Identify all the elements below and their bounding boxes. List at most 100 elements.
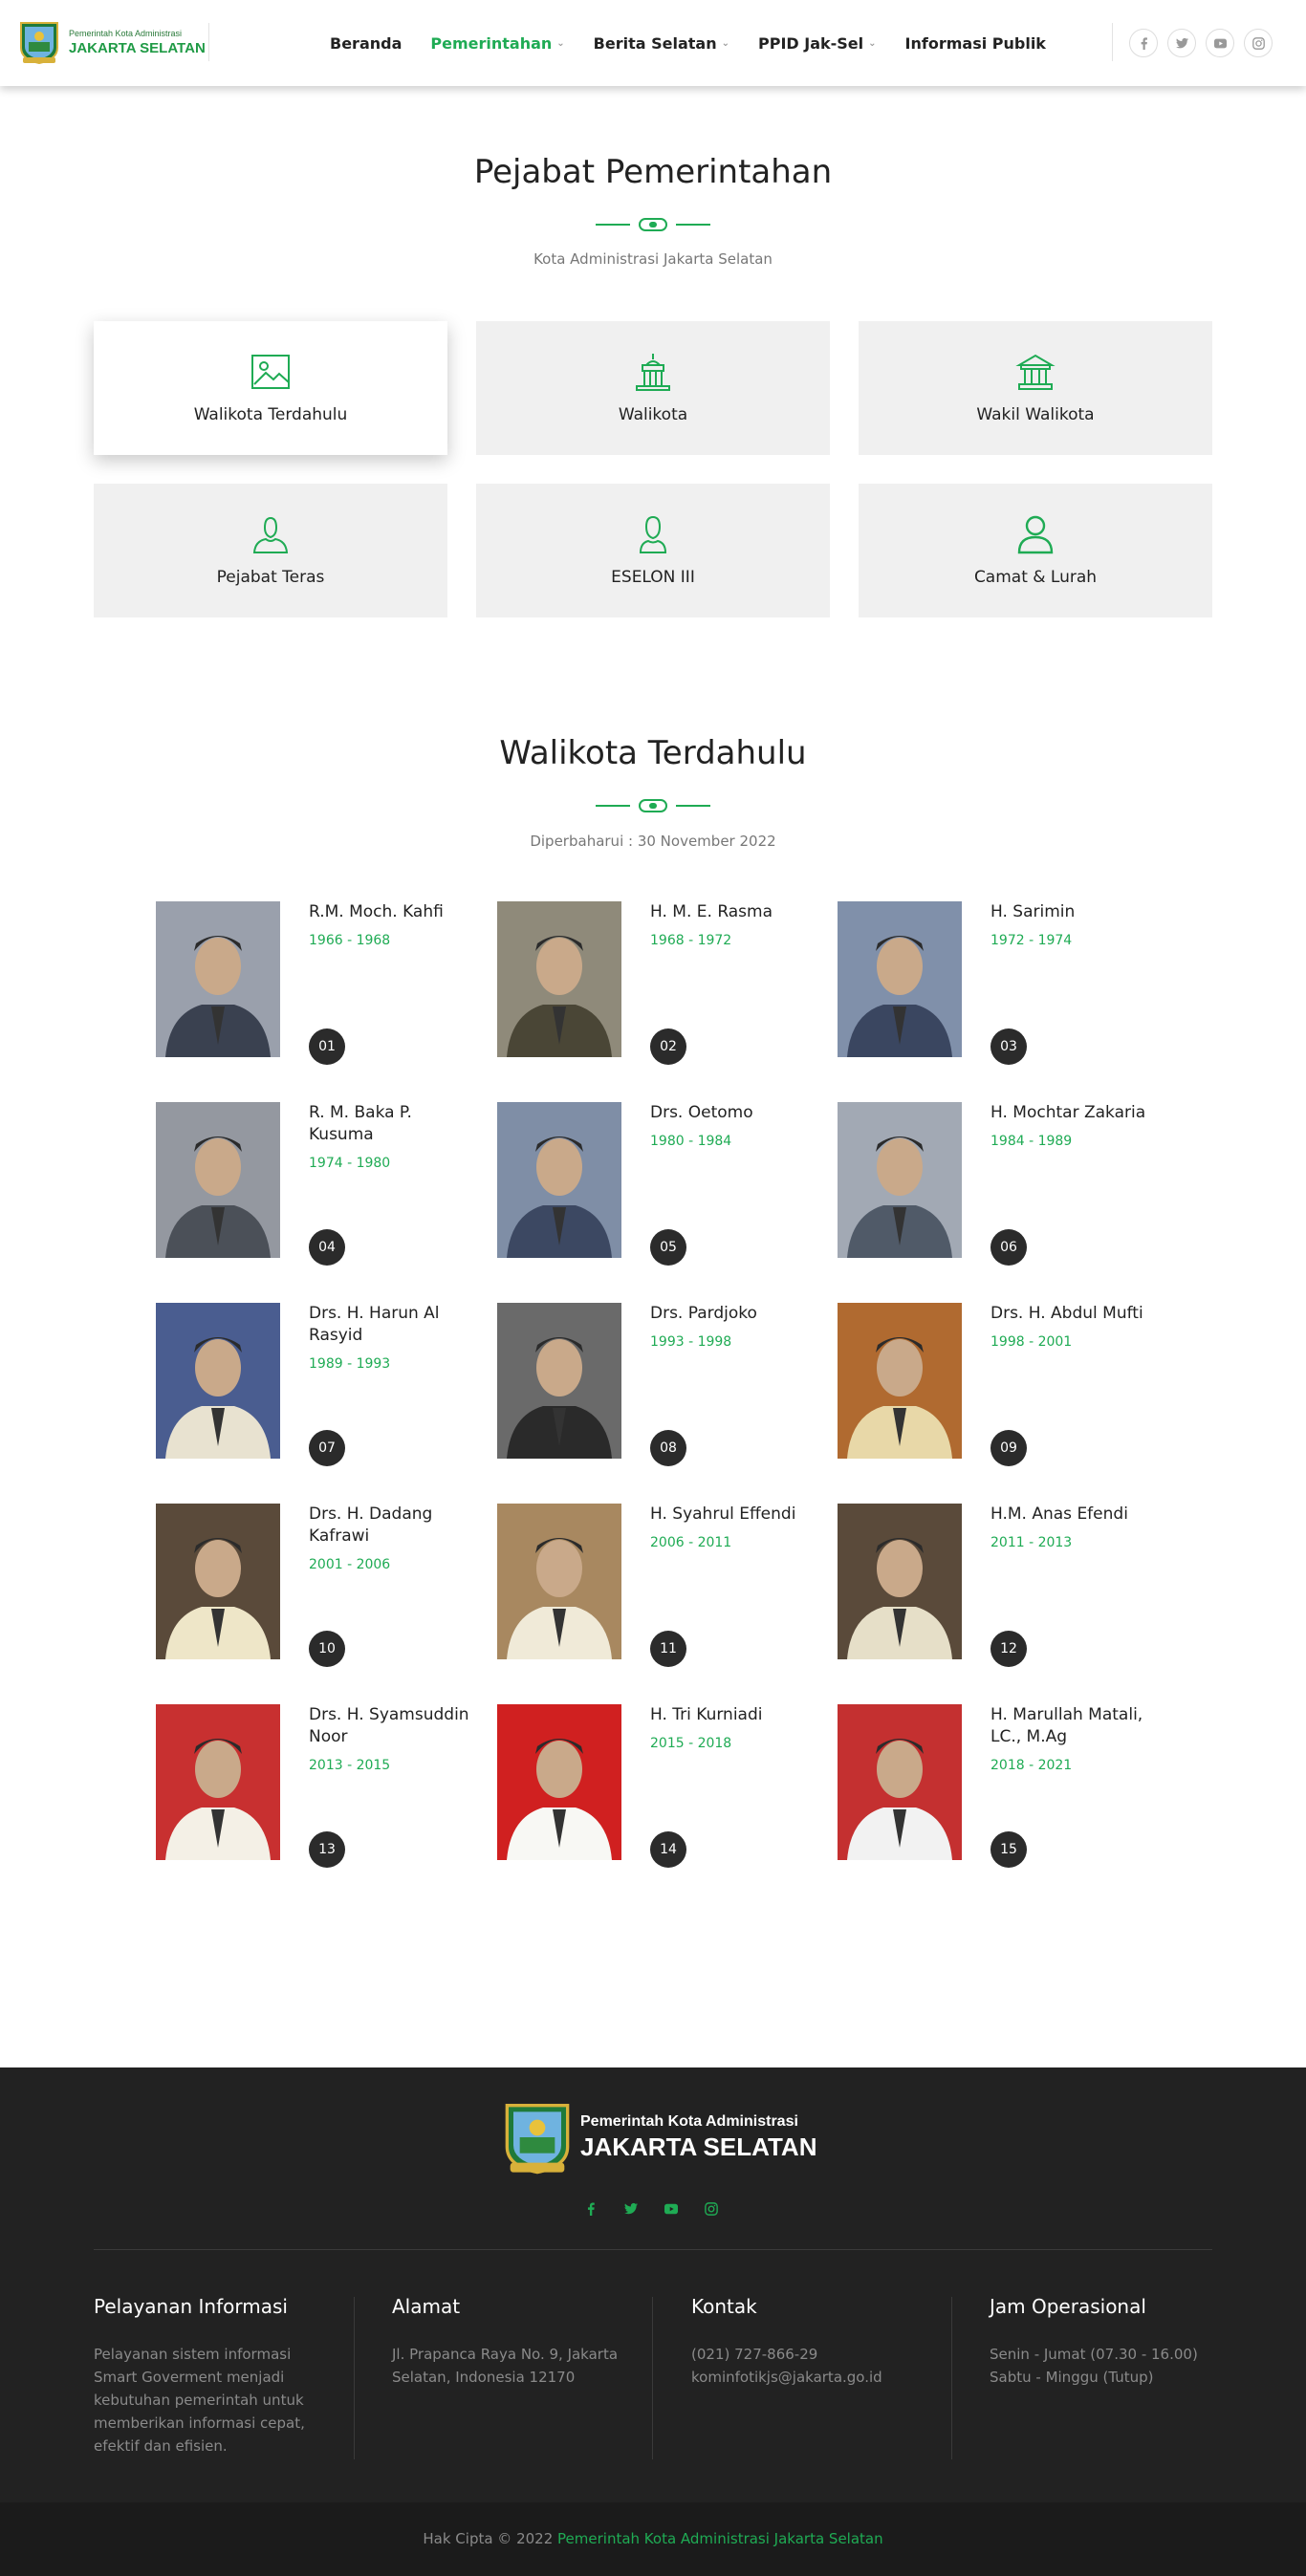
mayor-term-years: 2018 - 2021 [990, 1758, 1073, 1773]
mayor-name: Drs. H. Harun Al Rasyid [309, 1304, 440, 1345]
chevron-down-icon: ⌄ [868, 37, 877, 49]
mayor-card[interactable]: Drs. H. Syamsuddin Noor 2013 - 2015 13 [156, 1704, 481, 1876]
category-eselon-iii[interactable]: ESELON III [476, 484, 830, 617]
mayor-term-years: 1989 - 1993 [309, 1356, 391, 1372]
footer-divider [94, 2249, 1212, 2250]
city-emblem-icon [505, 2104, 570, 2175]
youtube-icon[interactable] [664, 2201, 679, 2217]
instagram-icon[interactable] [704, 2201, 719, 2217]
mayor-photo [156, 1303, 280, 1459]
mayor-number-badge: 14 [650, 1831, 686, 1868]
footer-col-jam-operasional: Jam Operasional Senin - Jumat (07.30 - 1… [990, 2295, 1229, 2389]
category-label: Wakil Walikota [976, 405, 1095, 424]
mayor-name: Drs. H. Dadang Kafrawi [309, 1504, 433, 1546]
mayor-card[interactable]: Drs. H. Abdul Mufti 1998 - 2001 09 [838, 1303, 1163, 1475]
footer-separator [354, 2297, 355, 2459]
category-walikota[interactable]: Walikota [476, 321, 830, 455]
mayor-name: H. Mochtar Zakaria [990, 1103, 1146, 1122]
category-label: ESELON III [611, 568, 695, 587]
mayor-number-badge: 05 [650, 1229, 686, 1266]
mayor-card[interactable]: H. M. E. Rasma 1968 - 1972 02 [497, 901, 822, 1073]
logo-title: JAKARTA SELATAN [69, 39, 206, 56]
mayor-number-badge: 02 [650, 1028, 686, 1065]
footer-col-text: Pelayanan sistem informasi Smart Goverme… [94, 2346, 305, 2455]
category-pejabat-teras[interactable]: Pejabat Teras [94, 484, 447, 617]
mayor-number-badge: 10 [309, 1631, 345, 1667]
youtube-icon[interactable] [1206, 29, 1234, 57]
copyright-text: Hak Cipta © 2022 [423, 2530, 554, 2547]
mayor-card[interactable]: H. Marullah Matali, LC., M.Ag 2018 - 2021… [838, 1704, 1163, 1876]
mayor-name: R.M. Moch. Kahfi [309, 902, 444, 921]
section-title: Pejabat Pemerintahan [473, 153, 833, 191]
footer-email[interactable]: kominfotikjs@jakarta.go.id [691, 2366, 930, 2389]
footer-phone[interactable]: (021) 727-866-29 [691, 2343, 930, 2366]
header-social-links [1129, 29, 1282, 57]
mayor-card[interactable]: Drs. Pardjoko 1993 - 1998 08 [497, 1303, 822, 1475]
category-wakil-walikota[interactable]: Wakil Walikota [859, 321, 1212, 455]
mayor-card[interactable]: R. M. Baka P. Kusuma 1974 - 1980 04 [156, 1102, 481, 1274]
bank-icon [1015, 354, 1056, 390]
mayor-card[interactable]: Drs. H. Harun Al Rasyid 1989 - 1993 07 [156, 1303, 481, 1475]
mayor-card[interactable]: Drs. Oetomo 1980 - 1984 05 [497, 1102, 822, 1274]
category-camat-lurah[interactable]: Camat & Lurah [859, 484, 1212, 617]
footer-hours-weekday: Senin - Jumat (07.30 - 16.00) [990, 2346, 1198, 2363]
mayor-name: Drs. Oetomo [650, 1103, 753, 1122]
mayor-card[interactable]: R.M. Moch. Kahfi 1966 - 1968 01 [156, 901, 481, 1073]
mayor-number-badge: 13 [309, 1831, 345, 1868]
footer-separator [652, 2297, 653, 2459]
category-walikota-terdahulu[interactable]: Walikota Terdahulu [94, 321, 447, 455]
mayor-card[interactable]: Drs. H. Dadang Kafrawi 2001 - 2006 10 [156, 1504, 481, 1676]
mayor-number-badge: 06 [990, 1229, 1027, 1266]
facebook-icon[interactable] [1129, 29, 1158, 57]
mayor-number-badge: 04 [309, 1229, 345, 1266]
mayor-card[interactable]: H. Syahrul Effendi 2006 - 2011 11 [497, 1504, 822, 1676]
header-divider [1112, 23, 1113, 61]
instagram-icon[interactable] [1244, 29, 1273, 57]
twitter-icon[interactable] [623, 2201, 639, 2217]
footer-col-kontak: Kontak (021) 727-866-29 kominfotikjs@jak… [691, 2295, 930, 2389]
image-icon [251, 355, 290, 389]
mayor-photo [838, 1704, 962, 1860]
mayor-card[interactable]: H.M. Anas Efendi 2011 - 2013 12 [838, 1504, 1163, 1676]
mayor-term-years: 2006 - 2011 [650, 1535, 732, 1550]
footer-logo[interactable]: Pemerintah Kota Administrasi JAKARTA SEL… [500, 2099, 816, 2176]
nav-pemerintahan[interactable]: Pemerintahan ⌄ [430, 34, 564, 53]
facebook-icon[interactable] [583, 2201, 599, 2217]
category-label: Camat & Lurah [973, 568, 1098, 587]
twitter-icon[interactable] [1167, 29, 1196, 57]
mayor-name: H. M. E. Rasma [650, 902, 773, 921]
category-label: Walikota Terdahulu [193, 405, 348, 424]
mayor-name: H. Syahrul Effendi [650, 1504, 796, 1524]
city-emblem-icon [20, 22, 58, 65]
site-logo[interactable]: Pemerintah Kota Administrasi JAKARTA SEL… [17, 19, 206, 65]
nav-beranda[interactable]: Beranda [330, 34, 402, 53]
nav-berita-selatan[interactable]: Berita Selatan ⌄ [594, 34, 729, 53]
mayor-name: Drs. H. Syamsuddin Noor [309, 1705, 469, 1746]
nav-ppid-jak-sel[interactable]: PPID Jak-Sel ⌄ [758, 34, 877, 53]
footer-col-pelayanan: Pelayanan Informasi Pelayanan sistem inf… [94, 2295, 333, 2457]
title-divider [596, 218, 710, 231]
mayor-photo [156, 901, 280, 1057]
mayor-term-years: 2015 - 2018 [650, 1736, 732, 1751]
mayor-term-years: 2001 - 2006 [309, 1557, 391, 1572]
mayor-photo [156, 1102, 280, 1258]
mayor-term-years: 1968 - 1972 [650, 933, 732, 948]
mayor-number-badge: 08 [650, 1430, 686, 1466]
mayor-photo [497, 1504, 621, 1659]
footer-hours-weekend: Sabtu - Minggu (Tutup) [990, 2369, 1154, 2386]
footer-social-links [583, 2201, 744, 2217]
mayor-card[interactable]: H. Tri Kurniadi 2015 - 2018 14 [497, 1704, 822, 1876]
mayor-number-badge: 11 [650, 1631, 686, 1667]
copyright-link[interactable]: Pemerintah Kota Administrasi Jakarta Sel… [557, 2530, 883, 2547]
former-mayors-title: Walikota Terdahulu [499, 734, 807, 772]
footer-col-title: Alamat [392, 2295, 461, 2318]
mayor-card[interactable]: H. Sarimin 1972 - 1974 03 [838, 901, 1163, 1073]
mayor-photo [838, 1303, 962, 1459]
mayor-card[interactable]: H. Mochtar Zakaria 1984 - 1989 06 [838, 1102, 1163, 1274]
mayor-number-badge: 12 [990, 1631, 1027, 1667]
footer-col-alamat: Alamat Jl. Prapanca Raya No. 9, Jakarta … [392, 2295, 631, 2389]
mayor-term-years: 2013 - 2015 [309, 1758, 391, 1773]
nav-informasi-publik[interactable]: Informasi Publik [905, 34, 1046, 53]
mayor-photo [156, 1504, 280, 1659]
mayor-photo [497, 901, 621, 1057]
